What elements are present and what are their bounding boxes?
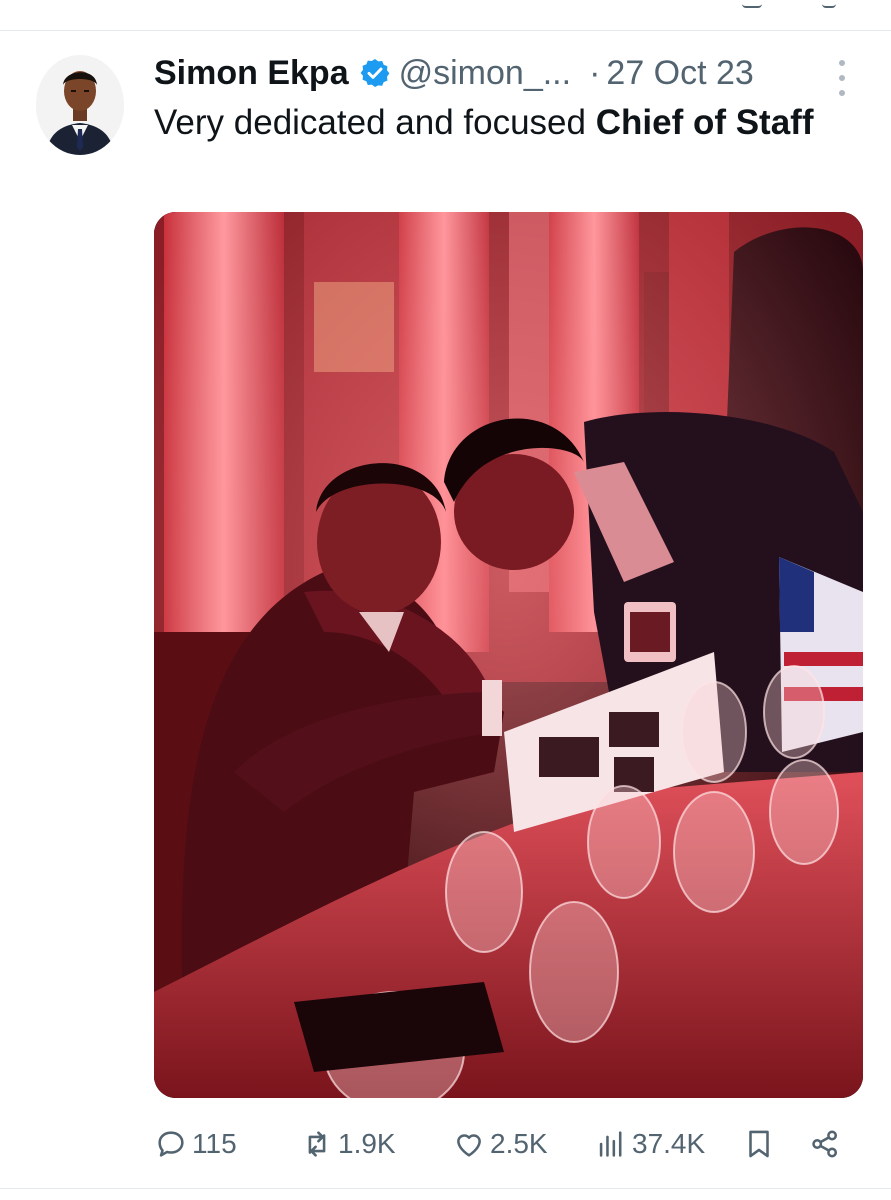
header-separator: · [589, 53, 601, 92]
author-handle[interactable]: @simon_... [399, 54, 571, 93]
tweet-text-bold: Chief of Staff [595, 103, 814, 142]
repost-icon [308, 1131, 326, 1157]
photo-scene [154, 212, 863, 1098]
reply-button[interactable]: 115 [154, 1120, 237, 1168]
previous-tweet-icon-fragment [742, 0, 762, 8]
previous-tweet-edge [0, 0, 891, 31]
tweet-header: Simon Ekpa @simon_... · 27 Oct 23 [154, 52, 754, 94]
repost-button[interactable]: 1.9K [300, 1120, 396, 1168]
share-icon [812, 1130, 838, 1158]
avatar-image [36, 55, 124, 155]
author-avatar[interactable] [36, 55, 124, 155]
reply-count: 115 [192, 1128, 237, 1159]
tweet-text-plain: Very dedicated and focused [154, 103, 596, 142]
bookmark-button[interactable] [742, 1120, 780, 1168]
tweet-actions: 115 1.9K 2.5K 37.4K [154, 1120, 854, 1168]
author-name[interactable]: Simon Ekpa [154, 54, 349, 93]
previous-tweet-icon-fragment [822, 0, 836, 8]
tweet-divider [0, 1188, 891, 1189]
like-count: 2.5K [490, 1128, 548, 1159]
view-count: 37.4K [632, 1128, 706, 1159]
like-button[interactable]: 2.5K [452, 1120, 548, 1168]
tweet-photo[interactable] [154, 212, 863, 1098]
tweet-text: Very dedicated and focused Chief of Staf… [154, 100, 834, 145]
views-chart-icon [599, 1131, 622, 1157]
heart-icon [457, 1134, 481, 1157]
bookmark-icon [749, 1130, 769, 1158]
more-options-icon[interactable] [830, 58, 854, 98]
tweet-date[interactable]: 27 Oct 23 [606, 54, 753, 93]
share-button[interactable] [808, 1120, 846, 1168]
verified-badge-icon[interactable] [359, 57, 391, 89]
views-button[interactable]: 37.4K [594, 1120, 705, 1168]
reply-icon [158, 1131, 184, 1157]
repost-count: 1.9K [338, 1128, 396, 1159]
